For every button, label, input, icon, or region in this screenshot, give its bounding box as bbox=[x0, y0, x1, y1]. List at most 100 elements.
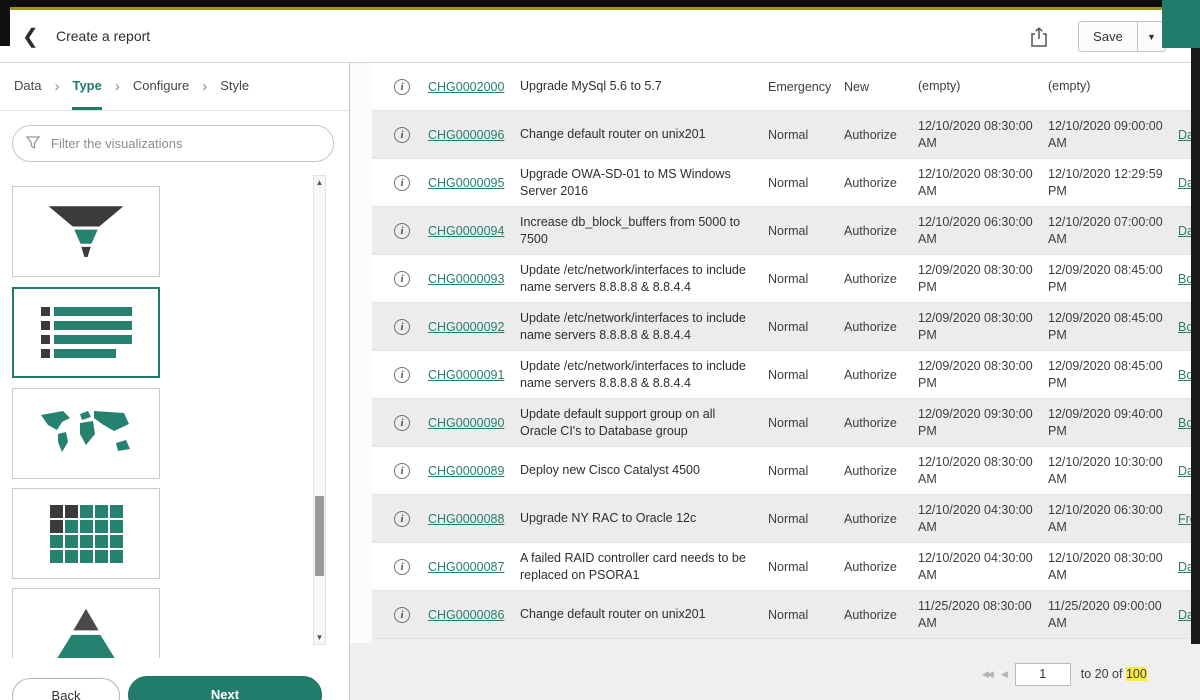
table-row[interactable]: i CHG0000092 Update /etc/network/interfa… bbox=[372, 303, 1192, 351]
table-row[interactable]: i CHG0000088 Upgrade NY RAC to Oracle 12… bbox=[372, 495, 1192, 543]
end-date: 12/09/2020 08:45:00 PM bbox=[1048, 358, 1178, 392]
info-icon[interactable]: i bbox=[394, 463, 410, 479]
viz-pyramid-chart[interactable] bbox=[12, 588, 160, 661]
page-number-input[interactable] bbox=[1015, 663, 1071, 686]
priority: Normal bbox=[768, 512, 844, 526]
report-wizard-panel: Data › Type › Configure › Style bbox=[0, 63, 350, 700]
short-description: Change default router on unix201 bbox=[520, 606, 768, 622]
step-type[interactable]: Type bbox=[72, 63, 101, 110]
assigned-to-link[interactable]: Dav bbox=[1178, 176, 1192, 190]
change-number-link[interactable]: CHG0000088 bbox=[428, 512, 504, 526]
scroll-down-icon[interactable]: ▼ bbox=[314, 631, 325, 644]
viz-pivot-table[interactable] bbox=[12, 488, 160, 579]
table-row[interactable]: i CHG0000089 Deploy new Cisco Catalyst 4… bbox=[372, 447, 1192, 495]
assigned-to-link[interactable]: Bow bbox=[1178, 368, 1192, 382]
window-corner-notch bbox=[0, 0, 10, 46]
step-configure[interactable]: Configure bbox=[133, 63, 189, 110]
table-row[interactable]: i CHG0000095 Upgrade OWA-SD-01 to MS Win… bbox=[372, 159, 1192, 207]
change-number-link[interactable]: CHG0000086 bbox=[428, 608, 504, 622]
info-icon[interactable]: i bbox=[394, 175, 410, 191]
viz-bar-list[interactable] bbox=[12, 287, 160, 378]
report-preview-area: i CHG0002000 Upgrade MySql 5.6 to 5.7 Em… bbox=[350, 63, 1200, 700]
table-row[interactable]: i CHG0000093 Update /etc/network/interfa… bbox=[372, 255, 1192, 303]
priority: Normal bbox=[768, 560, 844, 574]
info-icon[interactable]: i bbox=[394, 127, 410, 143]
window-olive-strip bbox=[0, 7, 1200, 10]
start-date: 12/09/2020 08:30:00 PM bbox=[918, 310, 1048, 344]
table-row[interactable]: i CHG0002000 Upgrade MySql 5.6 to 5.7 Em… bbox=[372, 63, 1192, 111]
end-date: 12/09/2020 08:45:00 PM bbox=[1048, 310, 1178, 344]
world-map-icon bbox=[36, 406, 136, 462]
assigned-to-link[interactable]: Da bbox=[1178, 560, 1192, 574]
end-date: 12/09/2020 09:40:00 PM bbox=[1048, 406, 1178, 440]
visualization-filter-input[interactable] bbox=[12, 125, 334, 162]
change-number-link[interactable]: CHG0000089 bbox=[428, 464, 504, 478]
scrollbar-thumb[interactable] bbox=[315, 496, 324, 576]
short-description: Update /etc/network/interfaces to includ… bbox=[520, 310, 768, 343]
end-date: (empty) bbox=[1048, 78, 1178, 95]
window-top-strip bbox=[0, 0, 1200, 7]
assigned-to-link[interactable]: Bow bbox=[1178, 416, 1192, 430]
info-icon[interactable]: i bbox=[394, 319, 410, 335]
assigned-to-link[interactable]: Dav bbox=[1178, 128, 1192, 142]
assigned-to-link[interactable]: Da bbox=[1178, 608, 1192, 622]
back-chevron-icon[interactable]: ❮ bbox=[22, 26, 40, 48]
info-icon[interactable]: i bbox=[394, 559, 410, 575]
start-date: 12/10/2020 06:30:00 AM bbox=[918, 214, 1048, 248]
assigned-to-link[interactable]: Bow bbox=[1178, 272, 1192, 286]
end-date: 12/10/2020 10:30:00 AM bbox=[1048, 454, 1178, 488]
table-row[interactable]: i CHG0000087 A failed RAID controller ca… bbox=[372, 543, 1192, 591]
change-number-link[interactable]: CHG0000095 bbox=[428, 176, 504, 190]
assigned-to-link[interactable]: Fre bbox=[1178, 512, 1192, 526]
start-date: 12/09/2020 09:30:00 PM bbox=[918, 406, 1048, 440]
filter-funnel-icon bbox=[25, 135, 41, 156]
change-number-link[interactable]: CHG0000091 bbox=[428, 368, 504, 382]
info-icon[interactable]: i bbox=[394, 223, 410, 239]
assigned-to-link[interactable]: Da bbox=[1178, 464, 1192, 478]
change-number-link[interactable]: CHG0000096 bbox=[428, 128, 504, 142]
visualization-filter bbox=[12, 125, 334, 162]
info-icon[interactable]: i bbox=[394, 415, 410, 431]
step-data[interactable]: Data bbox=[14, 63, 41, 110]
share-button[interactable] bbox=[1026, 23, 1052, 51]
prev-page-icon[interactable]: ◀ bbox=[1001, 669, 1008, 680]
short-description: Upgrade MySql 5.6 to 5.7 bbox=[520, 78, 768, 94]
visualization-list bbox=[0, 175, 308, 661]
back-button[interactable]: Back bbox=[12, 678, 120, 700]
viz-funnel-chart[interactable] bbox=[12, 186, 160, 277]
change-number-link[interactable]: CHG0000094 bbox=[428, 224, 504, 238]
assigned-to-link[interactable]: Dav bbox=[1178, 224, 1192, 238]
change-number-link[interactable]: CHG0000092 bbox=[428, 320, 504, 334]
info-icon[interactable]: i bbox=[394, 79, 410, 95]
save-button[interactable]: Save bbox=[1078, 21, 1138, 52]
next-button[interactable]: Next bbox=[128, 676, 322, 700]
assigned-to-link[interactable]: Bow bbox=[1178, 320, 1192, 334]
info-icon[interactable]: i bbox=[394, 607, 410, 623]
table-row[interactable]: i CHG0000090 Update default support grou… bbox=[372, 399, 1192, 447]
table-row[interactable]: i CHG0000094 Increase db_block_buffers f… bbox=[372, 207, 1192, 255]
table-row[interactable]: i CHG0000091 Update /etc/network/interfa… bbox=[372, 351, 1192, 399]
first-page-icon[interactable]: ◀◀ bbox=[982, 669, 994, 680]
table-row[interactable]: i CHG0000086 Change default router on un… bbox=[372, 591, 1192, 639]
pagination: ◀◀ ◀ to 20 of 100 bbox=[982, 661, 1147, 687]
change-number-link[interactable]: CHG0000093 bbox=[428, 272, 504, 286]
viz-world-map[interactable] bbox=[12, 388, 160, 479]
change-number-link[interactable]: CHG0000090 bbox=[428, 416, 504, 430]
state: Authorize bbox=[844, 512, 918, 526]
end-date: 12/10/2020 07:00:00 AM bbox=[1048, 214, 1178, 248]
step-style[interactable]: Style bbox=[220, 63, 249, 110]
info-icon[interactable]: i bbox=[394, 367, 410, 383]
visualization-scrollbar[interactable]: ▲ ▼ bbox=[313, 175, 326, 645]
state: Authorize bbox=[844, 176, 918, 190]
teal-corner-block bbox=[1162, 0, 1200, 48]
change-number-link[interactable]: CHG0000087 bbox=[428, 560, 504, 574]
table-row[interactable]: i CHG0000096 Change default router on un… bbox=[372, 111, 1192, 159]
priority: Normal bbox=[768, 128, 844, 142]
change-number-link[interactable]: CHG0002000 bbox=[428, 80, 504, 94]
bar-list-icon bbox=[41, 307, 132, 358]
info-icon[interactable]: i bbox=[394, 271, 410, 287]
state: Authorize bbox=[844, 320, 918, 334]
scroll-up-icon[interactable]: ▲ bbox=[314, 176, 325, 189]
start-date: 12/10/2020 08:30:00 AM bbox=[918, 118, 1048, 152]
info-icon[interactable]: i bbox=[394, 511, 410, 527]
